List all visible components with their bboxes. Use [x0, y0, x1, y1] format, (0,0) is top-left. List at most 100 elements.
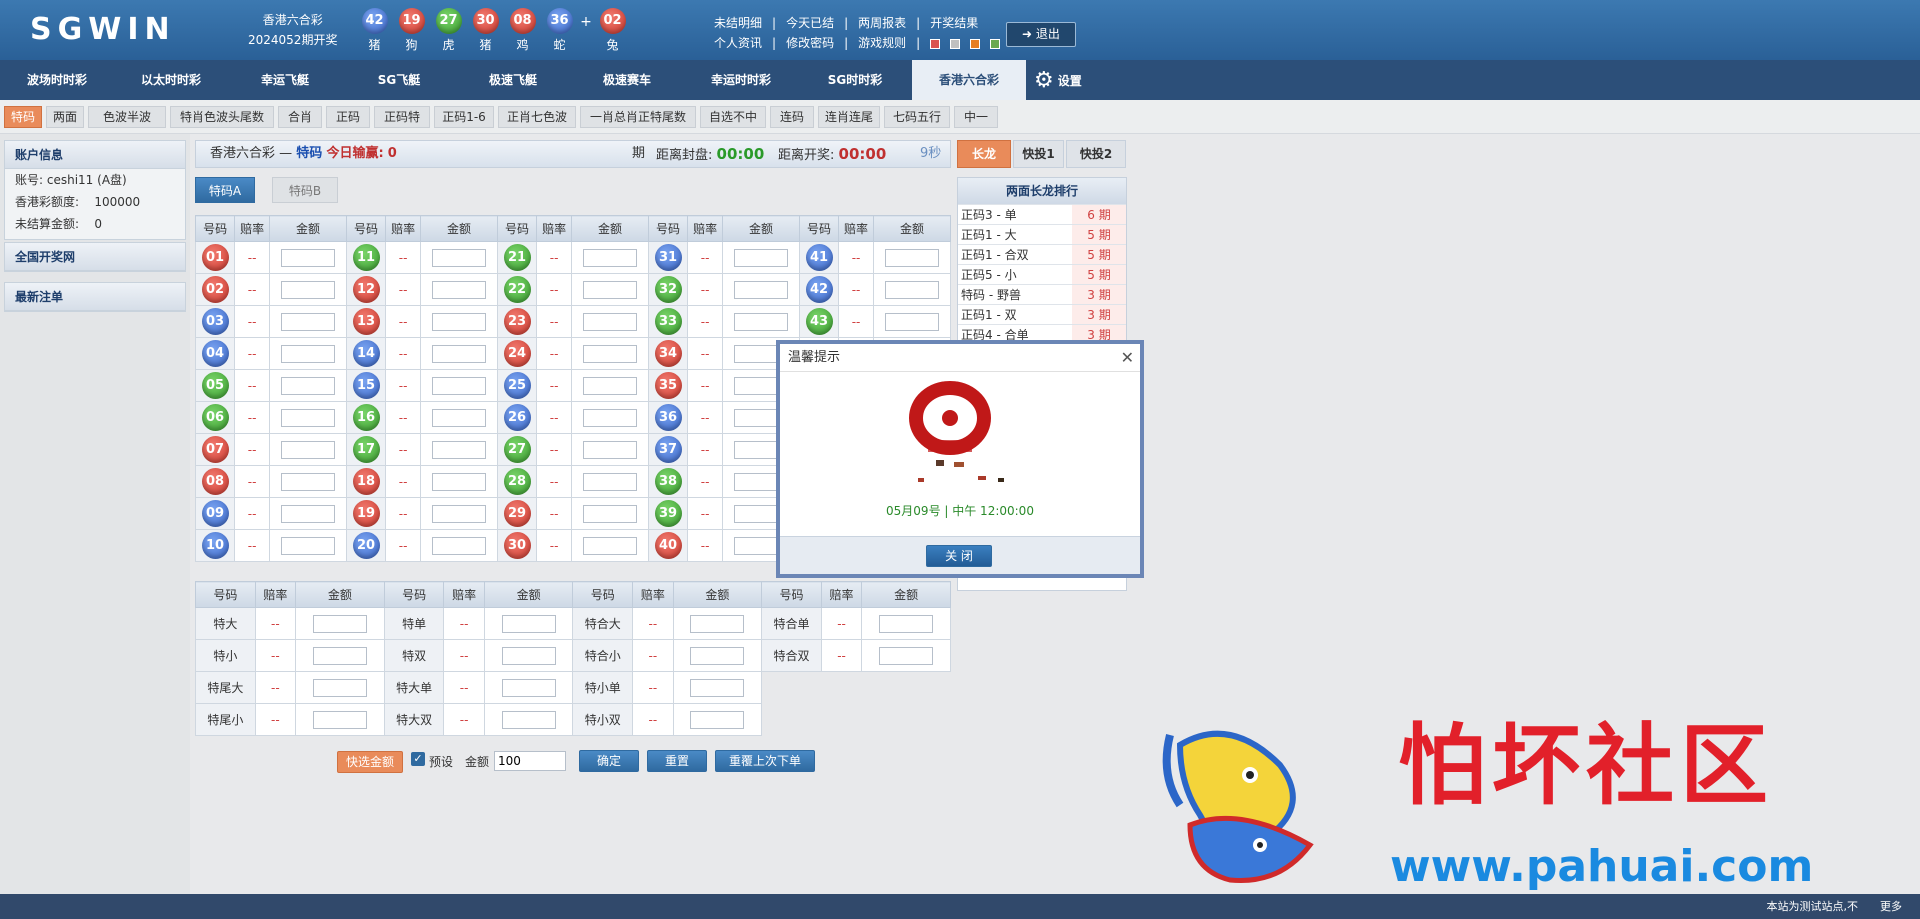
amount-input[interactable]: [583, 536, 638, 555]
amount-input[interactable]: [583, 376, 638, 395]
amount-input[interactable]: [885, 248, 940, 267]
subtab[interactable]: 色波半波: [88, 106, 166, 128]
amount-input[interactable]: [432, 344, 487, 363]
amount-input[interactable]: [281, 312, 336, 331]
subtab[interactable]: 中一: [954, 106, 998, 128]
amount-input[interactable]: [432, 248, 487, 267]
amount-input[interactable]: [281, 536, 336, 555]
amount-input[interactable]: [281, 440, 336, 459]
amount-input[interactable]: [690, 710, 745, 729]
amount-input[interactable]: [583, 312, 638, 331]
amount-input[interactable]: [879, 646, 934, 665]
nationwide-results-link[interactable]: 全国开奖网: [5, 243, 185, 271]
latest-bets-box[interactable]: 最新注单: [4, 282, 186, 312]
theme-color-swatch[interactable]: [950, 38, 961, 49]
amount-input[interactable]: [312, 646, 367, 665]
amount-input[interactable]: [583, 440, 638, 459]
subtab[interactable]: 两面: [46, 106, 84, 128]
header-link[interactable]: 今天已结: [786, 16, 834, 30]
amount-input[interactable]: [690, 678, 745, 697]
amount-input[interactable]: [312, 710, 367, 729]
nav-item[interactable]: 幸运时时彩: [684, 60, 798, 100]
header-link[interactable]: 两周报表: [858, 16, 906, 30]
amount-input[interactable]: [432, 504, 487, 523]
theme-color-swatch[interactable]: [970, 38, 981, 49]
amount-input[interactable]: [885, 280, 940, 299]
amount-input[interactable]: [432, 536, 487, 555]
amount-input[interactable]: [281, 248, 336, 267]
header-link[interactable]: 未结明细: [714, 16, 762, 30]
amount-input[interactable]: [432, 440, 487, 459]
amount-input[interactable]: [281, 280, 336, 299]
quick-amount-button[interactable]: 快选金额: [337, 751, 403, 773]
amount-input[interactable]: [281, 408, 336, 427]
amount-input[interactable]: [501, 646, 556, 665]
subtab[interactable]: 正码特: [374, 106, 430, 128]
header-link[interactable]: 个人资讯: [714, 36, 762, 50]
amount-input[interactable]: [690, 614, 745, 633]
amount-input[interactable]: [690, 646, 745, 665]
amount-input[interactable]: [432, 472, 487, 491]
amount-input[interactable]: [885, 312, 940, 331]
nav-item[interactable]: SG时时彩: [798, 60, 912, 100]
subtab[interactable]: 正肖七色波: [498, 106, 576, 128]
tab-tema-b[interactable]: 特码B: [272, 177, 338, 203]
right-tab[interactable]: 快投2: [1066, 140, 1126, 168]
amount-input[interactable]: [734, 280, 788, 299]
subtab[interactable]: 一肖总肖正特尾数: [580, 106, 696, 128]
amount-input[interactable]: [281, 472, 336, 491]
nav-item[interactable]: 以太时时彩: [114, 60, 228, 100]
amount-input[interactable]: [432, 312, 487, 331]
subtab[interactable]: 正码1-6: [434, 106, 494, 128]
amount-input[interactable]: [281, 504, 336, 523]
amount-input[interactable]: [501, 678, 556, 697]
settings-button[interactable]: ⚙ 设置: [1034, 60, 1082, 100]
footer-more-link[interactable]: 更多: [1880, 894, 1902, 919]
nav-item[interactable]: SG飞艇: [342, 60, 456, 100]
refresh-countdown[interactable]: 9秒: [920, 141, 941, 167]
logout-button[interactable]: ➜ 退出: [1006, 22, 1076, 47]
amount-input[interactable]: [583, 408, 638, 427]
amount-input[interactable]: [432, 376, 487, 395]
amount-input[interactable]: [281, 344, 336, 363]
amount-input[interactable]: [583, 472, 638, 491]
nav-item[interactable]: 香港六合彩: [912, 60, 1026, 100]
preset-checkbox[interactable]: ✓: [411, 752, 425, 766]
amount-input[interactable]: [501, 614, 556, 633]
amount-input[interactable]: [494, 751, 566, 771]
amount-input[interactable]: [432, 408, 487, 427]
header-link[interactable]: 开奖结果: [930, 16, 978, 30]
subtab[interactable]: 特肖色波头尾数: [170, 106, 274, 128]
modal-close-button[interactable]: 关 闭: [926, 545, 992, 567]
amount-input[interactable]: [312, 614, 367, 633]
reset-button[interactable]: 重置: [647, 750, 707, 772]
header-link[interactable]: 修改密码: [786, 36, 834, 50]
amount-input[interactable]: [583, 344, 638, 363]
amount-input[interactable]: [734, 312, 788, 331]
amount-input[interactable]: [879, 614, 934, 633]
amount-input[interactable]: [583, 504, 638, 523]
right-tab[interactable]: 快投1: [1013, 140, 1064, 168]
amount-input[interactable]: [583, 280, 638, 299]
latest-bets-link[interactable]: 最新注单: [5, 283, 185, 311]
theme-color-swatch[interactable]: [990, 38, 1001, 49]
subtab[interactable]: 特码: [4, 106, 42, 128]
subtab[interactable]: 七码五行: [884, 106, 950, 128]
confirm-button[interactable]: 确定: [579, 750, 639, 772]
subtab[interactable]: 连肖连尾: [818, 106, 880, 128]
subtab[interactable]: 自选不中: [700, 106, 766, 128]
nationwide-results-box[interactable]: 全国开奖网: [4, 242, 186, 272]
nav-item[interactable]: 幸运飞艇: [228, 60, 342, 100]
subtab[interactable]: 正码: [326, 106, 370, 128]
amount-input[interactable]: [281, 376, 336, 395]
nav-item[interactable]: 极速飞艇: [456, 60, 570, 100]
nav-item[interactable]: 极速赛车: [570, 60, 684, 100]
amount-input[interactable]: [583, 248, 638, 267]
amount-input[interactable]: [432, 280, 487, 299]
nav-item[interactable]: 波场时时彩: [0, 60, 114, 100]
tab-tema-a[interactable]: 特码A: [195, 177, 255, 203]
close-icon[interactable]: ✕: [1121, 344, 1134, 372]
header-link[interactable]: 游戏规则: [858, 36, 906, 50]
theme-color-swatch[interactable]: [930, 38, 941, 49]
right-tab[interactable]: 长龙: [957, 140, 1011, 168]
